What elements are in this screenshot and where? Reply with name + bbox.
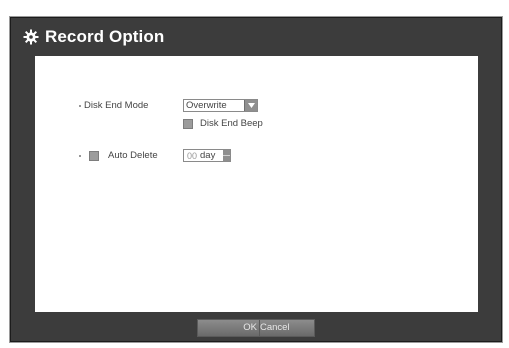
auto-delete-checkbox[interactable] — [89, 150, 99, 161]
dialog-title: Record Option — [45, 27, 165, 46]
screen: Record Option Disk End Mode Overwrite Di… — [0, 0, 509, 348]
disk-end-mode-select[interactable]: Overwrite — [183, 99, 258, 112]
spinner-up-icon[interactable] — [223, 150, 230, 155]
gear-icon — [23, 29, 39, 45]
bullet-icon — [79, 104, 81, 107]
spinner-down-icon[interactable] — [223, 156, 230, 161]
disk-end-beep-checkbox[interactable] — [183, 118, 193, 129]
disk-end-mode-label: Disk End Mode — [84, 100, 149, 111]
record-option-dialog: Record Option Disk End Mode Overwrite Di… — [10, 17, 502, 342]
dialog-title-bar: Record Option — [11, 18, 501, 56]
bullet-icon — [79, 154, 81, 157]
disk-end-beep-label: Disk End Beep — [200, 118, 263, 129]
dialog-content: Disk End Mode Overwrite Disk End Beep Au… — [35, 56, 478, 312]
auto-delete-days-spinner[interactable]: 00 day — [183, 149, 231, 162]
disk-end-beep-row: Disk End Beep — [183, 118, 263, 129]
disk-end-mode-value: Overwrite — [186, 100, 227, 111]
auto-delete-days-unit: day — [200, 150, 216, 161]
disk-end-mode-row: Disk End Mode — [79, 100, 148, 111]
auto-delete-row: Auto Delete — [79, 150, 158, 161]
chevron-down-icon[interactable] — [244, 100, 257, 111]
ok-button[interactable]: OK — [197, 318, 259, 337]
spinner-arrows-icon[interactable] — [223, 150, 230, 161]
auto-delete-label: Auto Delete — [108, 150, 158, 161]
cancel-button[interactable]: Cancel — [259, 318, 315, 337]
dialog-footer: OK Cancel — [11, 312, 501, 343]
auto-delete-days-value: 00 — [187, 150, 198, 161]
